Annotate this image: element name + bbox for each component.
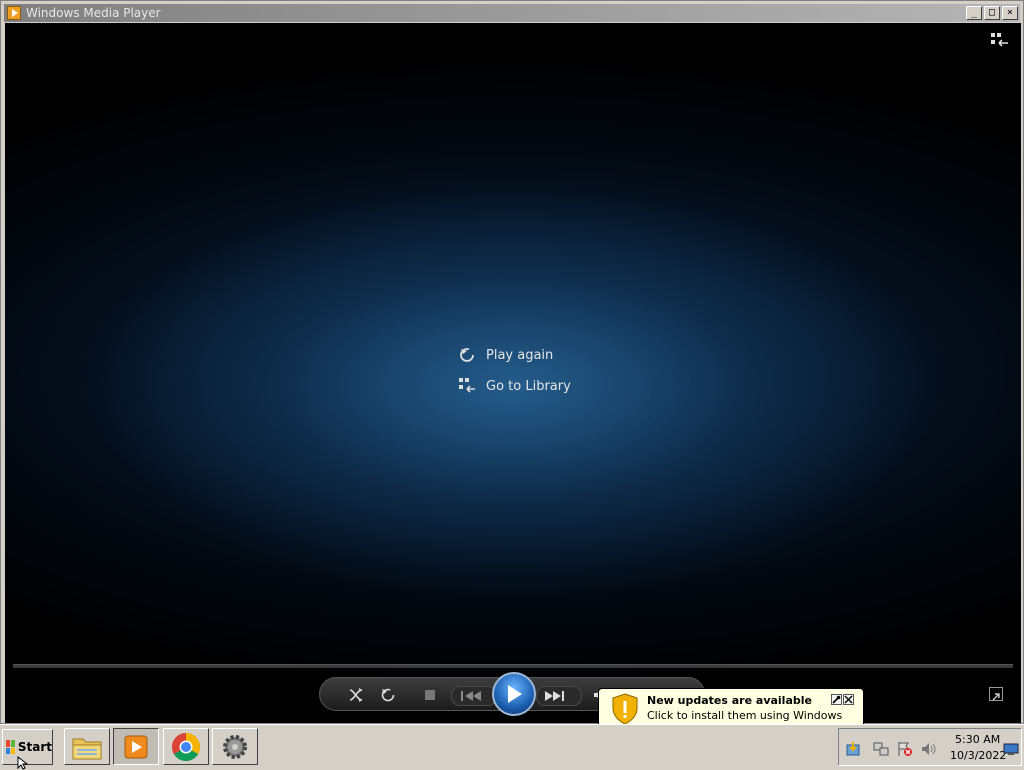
fullscreen-button[interactable] [989, 687, 1003, 701]
next-button[interactable] [536, 686, 582, 706]
taskbar: Start 5:30 AM 10/3/2022 [0, 724, 1024, 768]
taskbar-settings[interactable] [212, 728, 258, 765]
shuffle-button[interactable] [346, 685, 366, 705]
notification-title: New updates are available [647, 694, 812, 707]
close-icon [844, 695, 853, 704]
taskbar-chrome[interactable] [163, 728, 209, 765]
file-explorer-icon [72, 738, 102, 759]
chrome-icon [172, 732, 200, 761]
taskbar-media-player[interactable] [113, 728, 159, 765]
library-icon [459, 378, 475, 393]
window-title: Windows Media Player [26, 6, 161, 20]
clock-date[interactable]: 10/3/2022 [950, 749, 1006, 762]
close-button[interactable]: × [1002, 6, 1018, 20]
fullscreen-icon [992, 693, 1000, 701]
windows-logo-icon [6, 740, 15, 754]
taskbar-file-explorer[interactable] [64, 728, 110, 765]
play-button[interactable] [492, 672, 536, 716]
switch-to-library-icon[interactable] [991, 33, 1009, 49]
replay-icon [460, 348, 474, 362]
play-again-label: Play again [486, 347, 554, 363]
flag-error-icon[interactable] [897, 741, 913, 757]
seek-bar[interactable] [13, 664, 1013, 668]
settings-gear-icon [223, 734, 247, 759]
now-playing-area: Play again Go to Library [5, 23, 1021, 723]
stop-button[interactable] [420, 685, 440, 705]
volume-icon[interactable] [921, 741, 937, 757]
shuffle-icon [349, 688, 363, 702]
update-icon[interactable] [845, 741, 861, 757]
media-player-window: Windows Media Player _ □ × Play again Go… [0, 0, 1024, 724]
repeat-icon [381, 688, 395, 702]
previous-icon [461, 691, 481, 701]
clock-time[interactable]: 5:30 AM [955, 733, 1000, 746]
warning-shield-icon [612, 693, 638, 725]
minimize-button[interactable]: _ [966, 6, 982, 20]
media-player-title-icon [7, 6, 21, 20]
previous-button[interactable] [451, 686, 497, 706]
network-icon[interactable] [873, 741, 889, 757]
maximize-button[interactable]: □ [984, 6, 1000, 20]
media-player-icon [124, 735, 148, 758]
stop-icon [425, 690, 435, 700]
system-tray: 5:30 AM 10/3/2022 [838, 728, 1022, 766]
end-of-playback-menu: Play again Go to Library [458, 343, 571, 405]
notification-close-button[interactable] [843, 694, 854, 705]
go-to-library-label: Go to Library [486, 378, 571, 394]
go-to-library-item[interactable]: Go to Library [458, 374, 571, 398]
repeat-button[interactable] [378, 685, 398, 705]
title-bar[interactable]: Windows Media Player _ □ × [4, 4, 1020, 22]
play-again-item[interactable]: Play again [458, 343, 571, 367]
next-icon [545, 691, 564, 701]
notification-options-button[interactable] [831, 694, 842, 705]
wrench-icon [832, 695, 841, 704]
start-label: Start [17, 740, 52, 754]
play-icon [508, 685, 522, 703]
show-desktop-icon[interactable] [1003, 741, 1019, 757]
